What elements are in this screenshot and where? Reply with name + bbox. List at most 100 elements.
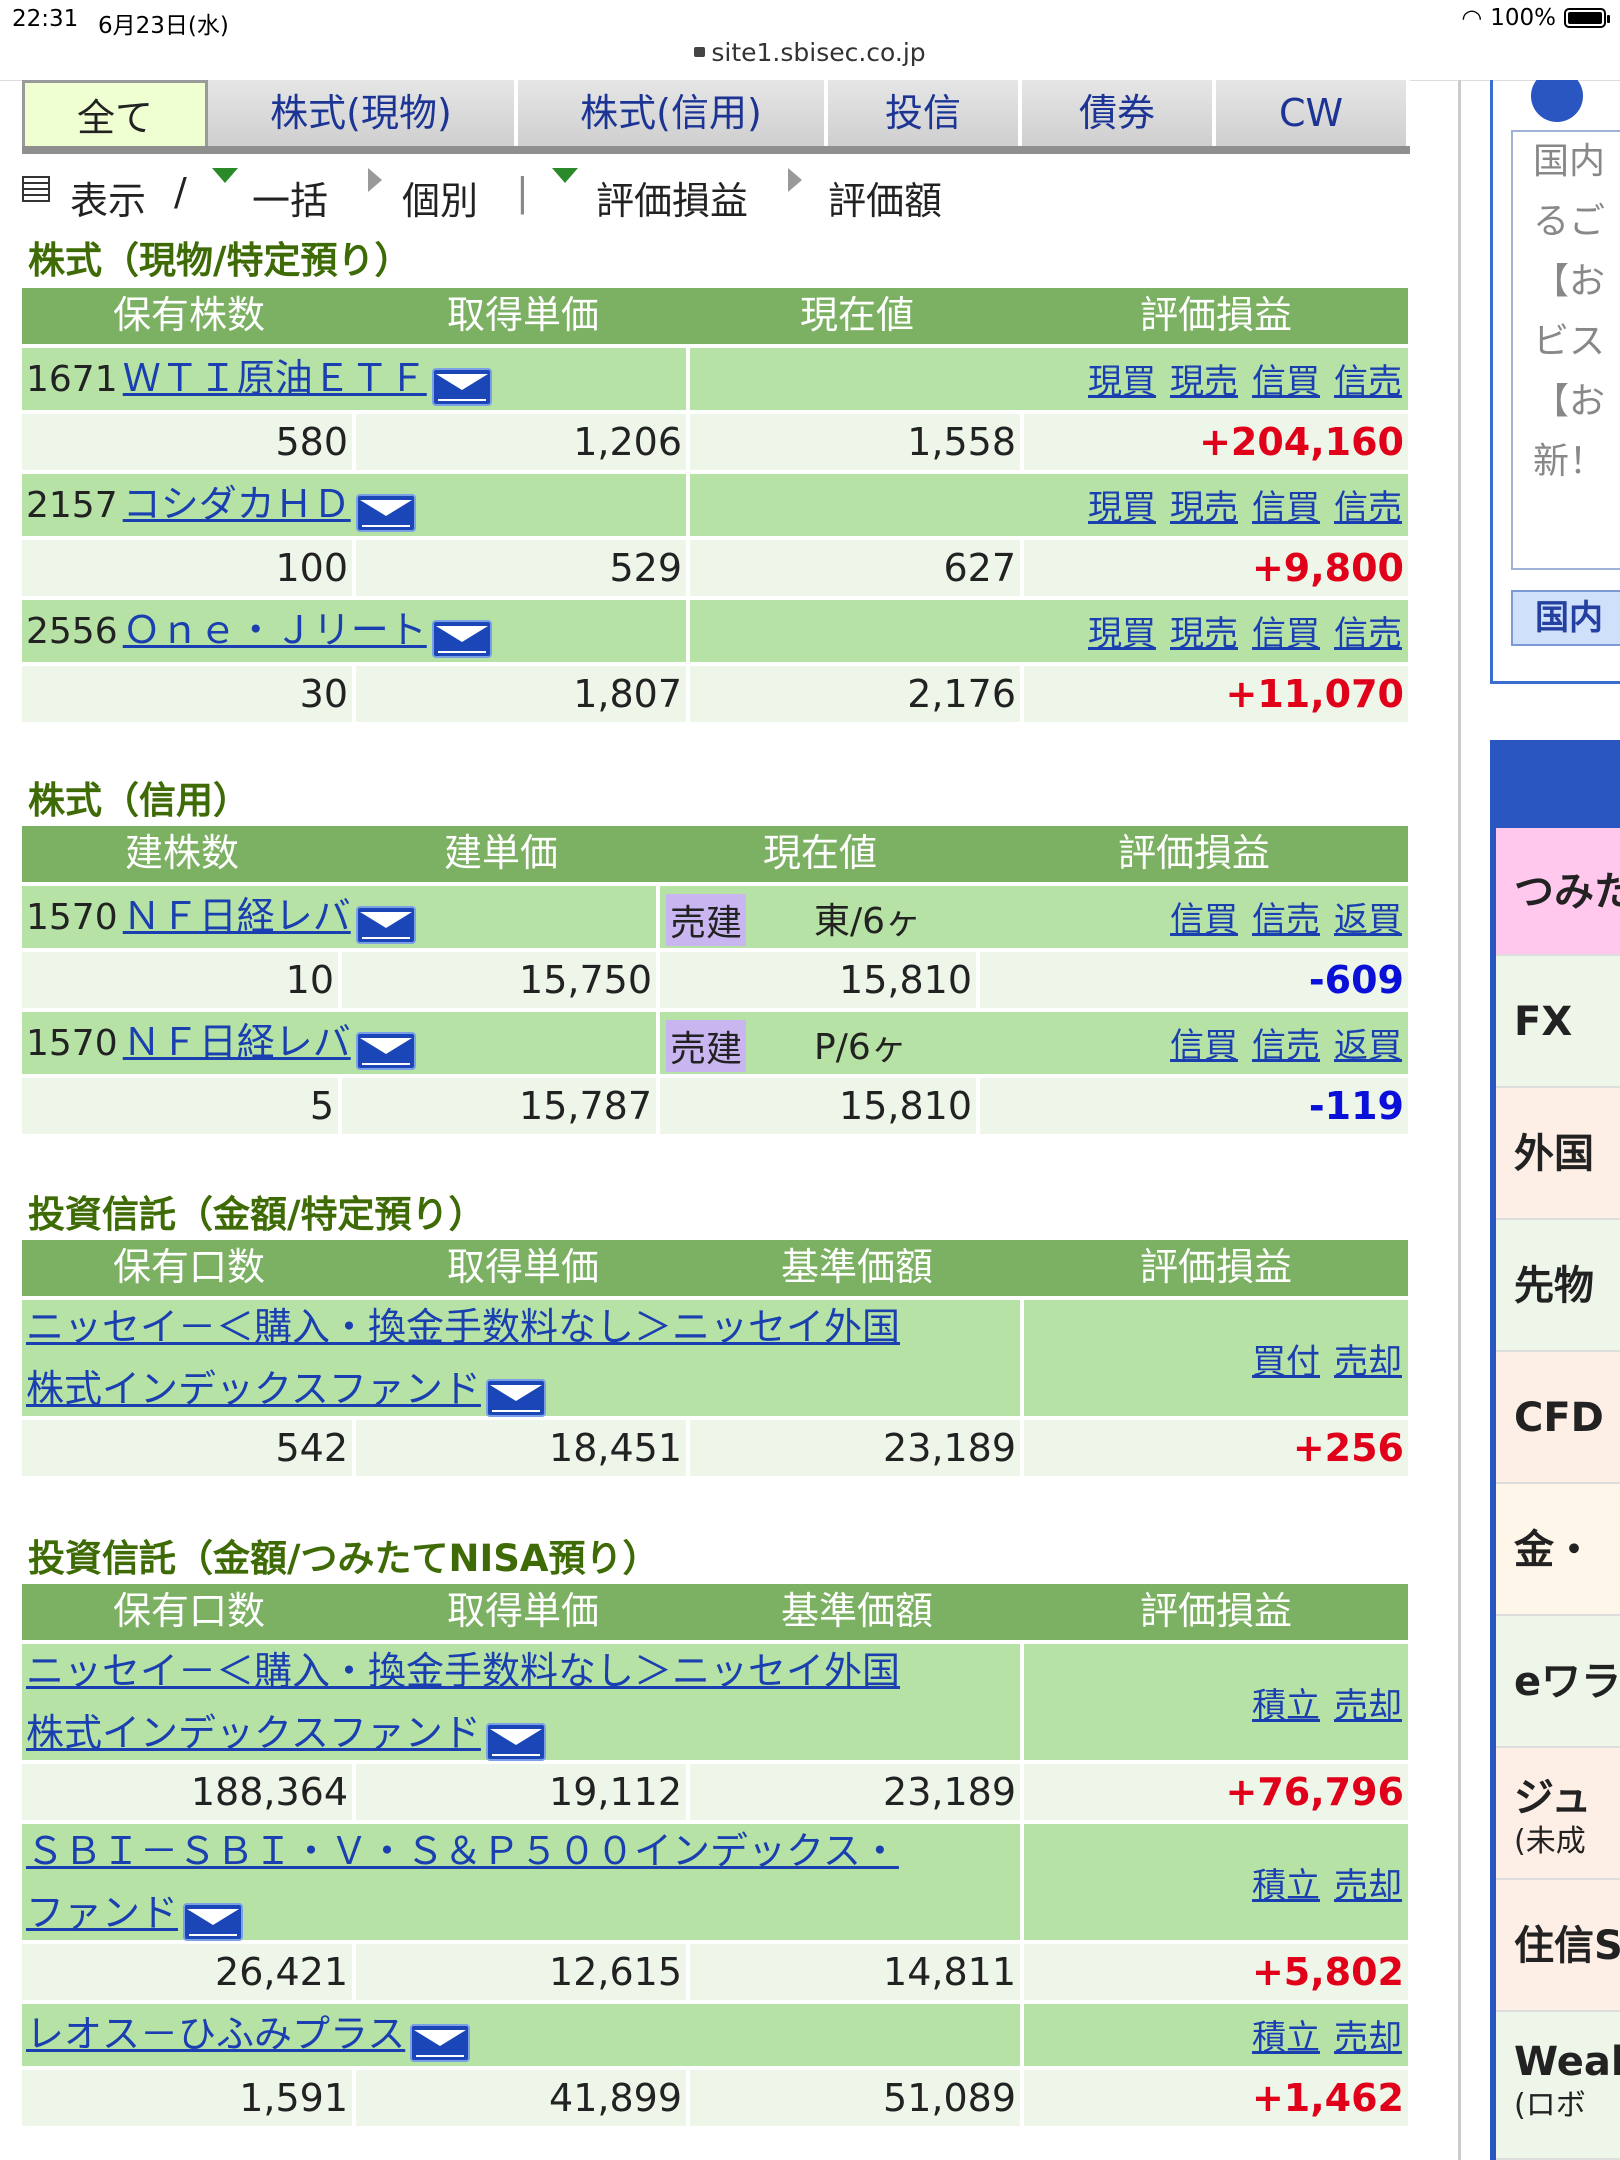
header-cell: 基準価額 xyxy=(690,1240,1028,1296)
sell-margin-link[interactable]: 信売 xyxy=(1334,362,1402,402)
mail-icon[interactable] xyxy=(355,493,416,532)
fund-name-link-2[interactable]: 株式インデックスファンド xyxy=(26,1711,481,1755)
qty-cell: 26,421 xyxy=(22,1944,356,2000)
pl-cell: +9,800 xyxy=(1251,546,1404,590)
fund-name-link[interactable]: ＳＢＩ－ＳＢＩ・Ｖ・Ｓ＆Ｐ５００インデックス・ xyxy=(26,1829,899,1873)
pl-cell: +1,462 xyxy=(1251,2076,1404,2120)
buy-margin-link[interactable]: 信買 xyxy=(1252,362,1320,402)
sell-link[interactable]: 売却 xyxy=(1334,1342,1402,1382)
mail-icon[interactable] xyxy=(431,619,492,658)
pl-cell: +5,802 xyxy=(1251,1950,1404,1994)
domestic-link[interactable]: 国内 xyxy=(1511,590,1620,646)
menu-item[interactable]: 外国 xyxy=(1496,1088,1620,1220)
tab-stock-spot[interactable]: 株式(現物) xyxy=(208,80,518,146)
tab-funds[interactable]: 投信 xyxy=(828,80,1022,146)
qty-cell: 5 xyxy=(22,1078,342,1134)
repay-buy-link[interactable]: 返買 xyxy=(1334,1026,1402,1066)
sell-margin-link[interactable]: 信売 xyxy=(1252,900,1320,940)
buy-cash-link[interactable]: 現買 xyxy=(1088,614,1156,654)
value-toggle[interactable]: 評価額 xyxy=(828,170,942,225)
mail-icon[interactable] xyxy=(355,1031,416,1070)
tab-stock-margin[interactable]: 株式(信用) xyxy=(518,80,828,146)
pl-cell: +204,160 xyxy=(1199,420,1404,464)
sell-cash-link[interactable]: 現売 xyxy=(1170,614,1238,654)
sell-link[interactable]: 売却 xyxy=(1334,1686,1402,1726)
sell-margin-link[interactable]: 信売 xyxy=(1334,614,1402,654)
price-cell: 23,189 xyxy=(690,1764,1024,1820)
buy-cash-link[interactable]: 現買 xyxy=(1088,488,1156,528)
sell-link[interactable]: 売却 xyxy=(1334,2018,1402,2058)
bulk-toggle[interactable]: 一括 xyxy=(252,170,328,225)
table-header: 建株数 建単価 現在値 評価損益 xyxy=(22,826,1408,882)
qty-cell: 580 xyxy=(22,414,356,470)
qty-cell: 100 xyxy=(22,540,356,596)
menu-item[interactable]: 金・ xyxy=(1496,1484,1620,1616)
menu-item[interactable]: eワラ xyxy=(1496,1616,1620,1748)
header-cell: 建単価 xyxy=(342,826,664,882)
slash-divider: / xyxy=(174,170,187,214)
sell-margin-link[interactable]: 信売 xyxy=(1334,488,1402,528)
fund-name-link[interactable]: レオス－ひふみプラス xyxy=(26,2012,405,2056)
menu-item[interactable]: つみた xyxy=(1496,828,1620,956)
cost-cell: 19,112 xyxy=(356,1764,690,1820)
fund-name-link-2[interactable]: ファンド xyxy=(26,1891,178,1935)
menu-item[interactable]: CFD xyxy=(1496,1352,1620,1484)
pl-toggle[interactable]: 評価損益 xyxy=(596,170,748,225)
fund-name-link[interactable]: ニッセイ－＜購入・換金手数料なし＞ニッセイ外国 xyxy=(26,1649,900,1693)
mail-icon[interactable] xyxy=(431,367,492,406)
buy-cash-link[interactable]: 現買 xyxy=(1088,362,1156,402)
address-bar[interactable]: site1.sbisec.co.jp xyxy=(0,36,1620,81)
pl-cell: +11,070 xyxy=(1225,672,1404,716)
mail-icon[interactable] xyxy=(410,2023,471,2062)
menu-item[interactable]: FX xyxy=(1496,956,1620,1088)
table-row: ニッセイ－＜購入・換金手数料なし＞ニッセイ外国 株式インデックスファンド 積立売… xyxy=(22,1644,1408,1761)
menu-item[interactable]: Weal (ロボ xyxy=(1496,2012,1620,2160)
tab-cw[interactable]: CW xyxy=(1216,80,1410,146)
mail-icon[interactable] xyxy=(355,905,416,944)
buy-margin-link[interactable]: 信買 xyxy=(1170,900,1238,940)
repay-buy-link[interactable]: 返買 xyxy=(1334,900,1402,940)
info-line: 【お xyxy=(1533,381,1606,422)
tab-bonds[interactable]: 債券 xyxy=(1022,80,1216,146)
section-title-nisa: 投資信託（金額/つみたてNISA預り） xyxy=(28,1537,660,1580)
mail-icon[interactable] xyxy=(485,1378,546,1417)
stock-code: 1570 xyxy=(26,1023,118,1064)
stock-name-link[interactable]: Ｏｎｅ・Ｊリート xyxy=(123,608,427,652)
accumulate-link[interactable]: 積立 xyxy=(1252,1866,1320,1906)
menu-item[interactable]: 住信S xyxy=(1496,1880,1620,2012)
sell-cash-link[interactable]: 現売 xyxy=(1170,362,1238,402)
trade-actions: 現買 現売 信買 信売 xyxy=(1074,354,1402,403)
status-date: 6月23日(水) xyxy=(98,13,229,39)
stock-name-link[interactable]: ＮＦ日経レバ xyxy=(123,894,351,938)
individual-toggle[interactable]: 個別 xyxy=(402,170,478,225)
stock-name-link[interactable]: コシダカＨＤ xyxy=(123,482,351,526)
stock-name-link[interactable]: ＷＴＩ原油ＥＴＦ xyxy=(123,356,427,400)
menu-item[interactable]: ジュ (未成 xyxy=(1496,1748,1620,1880)
header-cell: 評価損益 xyxy=(1024,288,1408,344)
qty-cell: 542 xyxy=(22,1420,356,1476)
purchase-link[interactable]: 買付 xyxy=(1252,1342,1320,1382)
asset-tabs: 全て 株式(現物) 株式(信用) 投信 債券 CW xyxy=(22,80,1410,152)
buy-margin-link[interactable]: 信買 xyxy=(1252,614,1320,654)
accumulate-link[interactable]: 積立 xyxy=(1252,1686,1320,1726)
sell-cash-link[interactable]: 現売 xyxy=(1170,488,1238,528)
accumulate-link[interactable]: 積立 xyxy=(1252,2018,1320,2058)
product-menu: つみた FX 外国 先物 CFD 金・ eワラ ジュ (未成 住信S Weal … xyxy=(1490,740,1620,2160)
buy-margin-link[interactable]: 信買 xyxy=(1170,1026,1238,1066)
sell-link[interactable]: 売却 xyxy=(1334,1866,1402,1906)
mail-icon[interactable] xyxy=(485,1722,546,1761)
fund-name-link[interactable]: ニッセイ－＜購入・換金手数料なし＞ニッセイ外国 xyxy=(26,1305,900,1349)
sell-margin-link[interactable]: 信売 xyxy=(1252,1026,1320,1066)
tab-all[interactable]: 全て xyxy=(22,80,208,152)
qty-cell: 30 xyxy=(22,666,356,722)
table-header: 保有口数 取得単価 基準価額 評価損益 xyxy=(22,1584,1408,1640)
mail-icon[interactable] xyxy=(183,1902,244,1941)
lock-icon xyxy=(694,47,706,57)
stock-name-link[interactable]: ＮＦ日経レバ xyxy=(123,1020,351,1064)
menu-item[interactable]: 先物 xyxy=(1496,1220,1620,1352)
fund-name-link-2[interactable]: 株式インデックスファンド xyxy=(26,1367,481,1411)
wifi-icon: ◠ xyxy=(1461,4,1483,32)
header-cell: 評価損益 xyxy=(1024,1240,1408,1296)
price-cell: 23,189 xyxy=(690,1420,1024,1476)
buy-margin-link[interactable]: 信買 xyxy=(1252,488,1320,528)
